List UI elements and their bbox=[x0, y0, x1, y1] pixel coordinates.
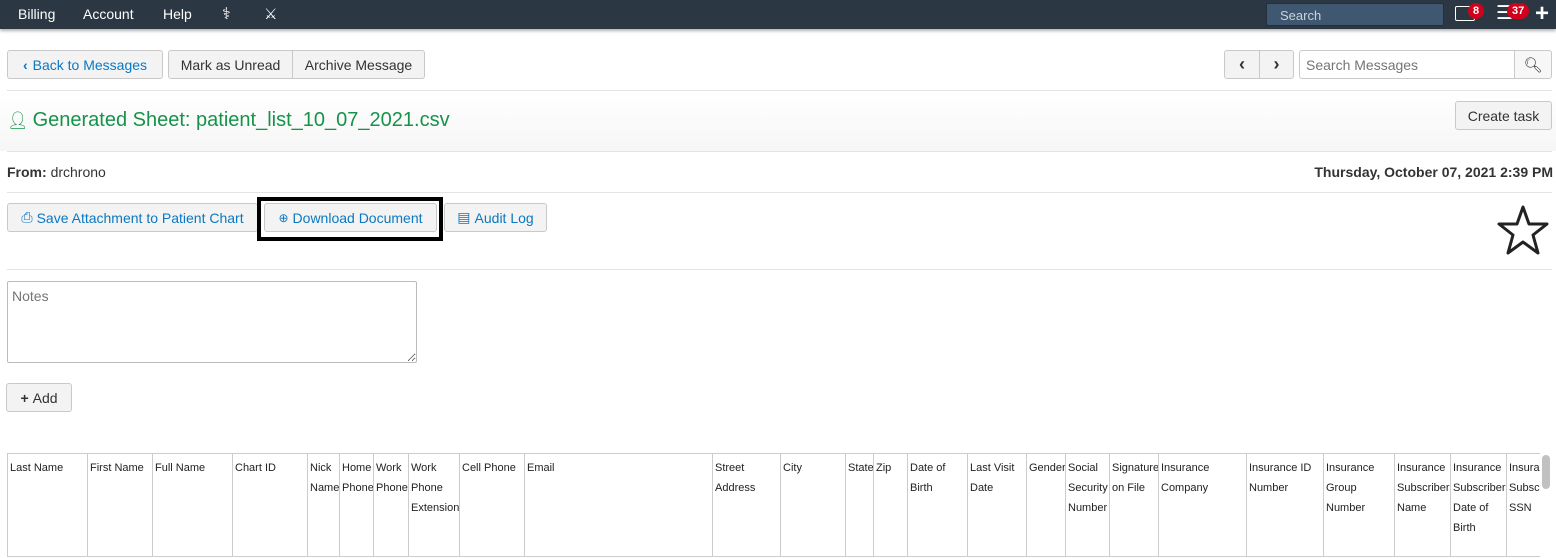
column-header: Date of Birth bbox=[907, 453, 968, 557]
column-header: Signature on File bbox=[1109, 453, 1159, 557]
column-header: First Name bbox=[87, 453, 153, 557]
download-icon: ⊕ bbox=[278, 210, 289, 225]
column-header: Last Name bbox=[7, 453, 88, 557]
plus-icon: + bbox=[20, 389, 29, 406]
add-note-button[interactable]: + Add bbox=[6, 383, 72, 412]
from-line: From: drchrono bbox=[7, 164, 106, 180]
column-header: Work Phone bbox=[373, 453, 409, 557]
global-search-input[interactable]: Search bbox=[1266, 3, 1444, 26]
back-to-messages-button[interactable]: ‹ Back to Messages bbox=[7, 50, 163, 79]
nav-billing[interactable]: Billing bbox=[18, 6, 55, 22]
column-header: State bbox=[845, 453, 874, 557]
column-header: Insurance Company bbox=[1158, 453, 1247, 557]
save-attachment-button[interactable]: ⎙ Save Attachment to Patient Chart bbox=[7, 203, 258, 232]
crossed-swords-icon[interactable]: ⚔ bbox=[264, 5, 277, 23]
create-task-button[interactable]: Create task bbox=[1455, 101, 1552, 130]
column-header: Chart ID bbox=[232, 453, 308, 557]
search-icon: 🔍︎ bbox=[1523, 56, 1543, 74]
mark-unread-button[interactable]: Mark as Unread bbox=[168, 50, 293, 79]
column-header: Insurance Subscriber Date of Birth bbox=[1450, 453, 1507, 557]
message-date: Thursday, October 07, 2021 2:39 PM bbox=[1314, 164, 1553, 180]
doctor-icon: 👤︎ bbox=[7, 110, 29, 130]
column-header: Insurance Subscriber SSN bbox=[1506, 453, 1540, 557]
column-header: Last Visit Date bbox=[967, 453, 1027, 557]
chevron-right-icon: › bbox=[1273, 54, 1280, 74]
column-header: Email bbox=[524, 453, 713, 557]
next-message-button[interactable]: › bbox=[1259, 50, 1294, 79]
column-header: Cell Phone bbox=[459, 453, 525, 557]
column-header: Nick Name bbox=[307, 453, 340, 557]
caduceus-icon[interactable]: ⚕ bbox=[222, 4, 231, 24]
column-header: Insurance Subscriber Name bbox=[1394, 453, 1451, 557]
search-messages-button[interactable]: 🔍︎ bbox=[1514, 50, 1552, 79]
column-header: City bbox=[780, 453, 846, 557]
list-icon: ▤ bbox=[457, 209, 471, 225]
printer-icon: ⎙ bbox=[21, 209, 33, 225]
notes-textarea[interactable] bbox=[7, 281, 417, 363]
table-scrollbar[interactable] bbox=[1542, 455, 1550, 489]
audit-log-button[interactable]: ▤ Audit Log bbox=[444, 203, 547, 232]
column-header: Insurance Group Number bbox=[1323, 453, 1395, 557]
column-header: Home Phone bbox=[339, 453, 374, 557]
tasks-count-badge: 37 bbox=[1507, 3, 1530, 19]
nav-help[interactable]: Help bbox=[163, 6, 192, 22]
message-title: 👤︎ Generated Sheet: patient_list_10_07_20… bbox=[7, 109, 450, 131]
column-header: Work Phone Extension bbox=[408, 453, 460, 557]
nav-account[interactable]: Account bbox=[83, 6, 134, 22]
star-icon[interactable] bbox=[1496, 204, 1550, 256]
mail-count-badge: 8 bbox=[1468, 3, 1485, 19]
search-messages-input[interactable] bbox=[1299, 50, 1515, 79]
column-header: Insurance ID Number bbox=[1246, 453, 1324, 557]
chevron-left-icon: ‹ bbox=[22, 56, 28, 73]
column-header: Full Name bbox=[152, 453, 233, 557]
top-navbar: Billing Account Help ⚕ ⚔ Search 8 ☰ 37 + bbox=[0, 0, 1556, 29]
column-header: Gender bbox=[1026, 453, 1066, 557]
plus-icon[interactable]: + bbox=[1535, 0, 1549, 28]
previous-message-button[interactable]: ‹ bbox=[1224, 50, 1260, 79]
sender: drchrono bbox=[50, 164, 106, 180]
archive-message-button[interactable]: Archive Message bbox=[292, 50, 425, 79]
column-header: Street Address bbox=[712, 453, 781, 557]
chevron-left-icon: ‹ bbox=[1239, 54, 1245, 74]
download-document-button[interactable]: ⊕ Download Document bbox=[264, 203, 437, 232]
column-header: Zip bbox=[873, 453, 908, 557]
sheet-table: Last Name First Name Full Name Chart ID Nick… bbox=[7, 453, 1540, 558]
column-header: Social Security Number bbox=[1065, 453, 1110, 557]
